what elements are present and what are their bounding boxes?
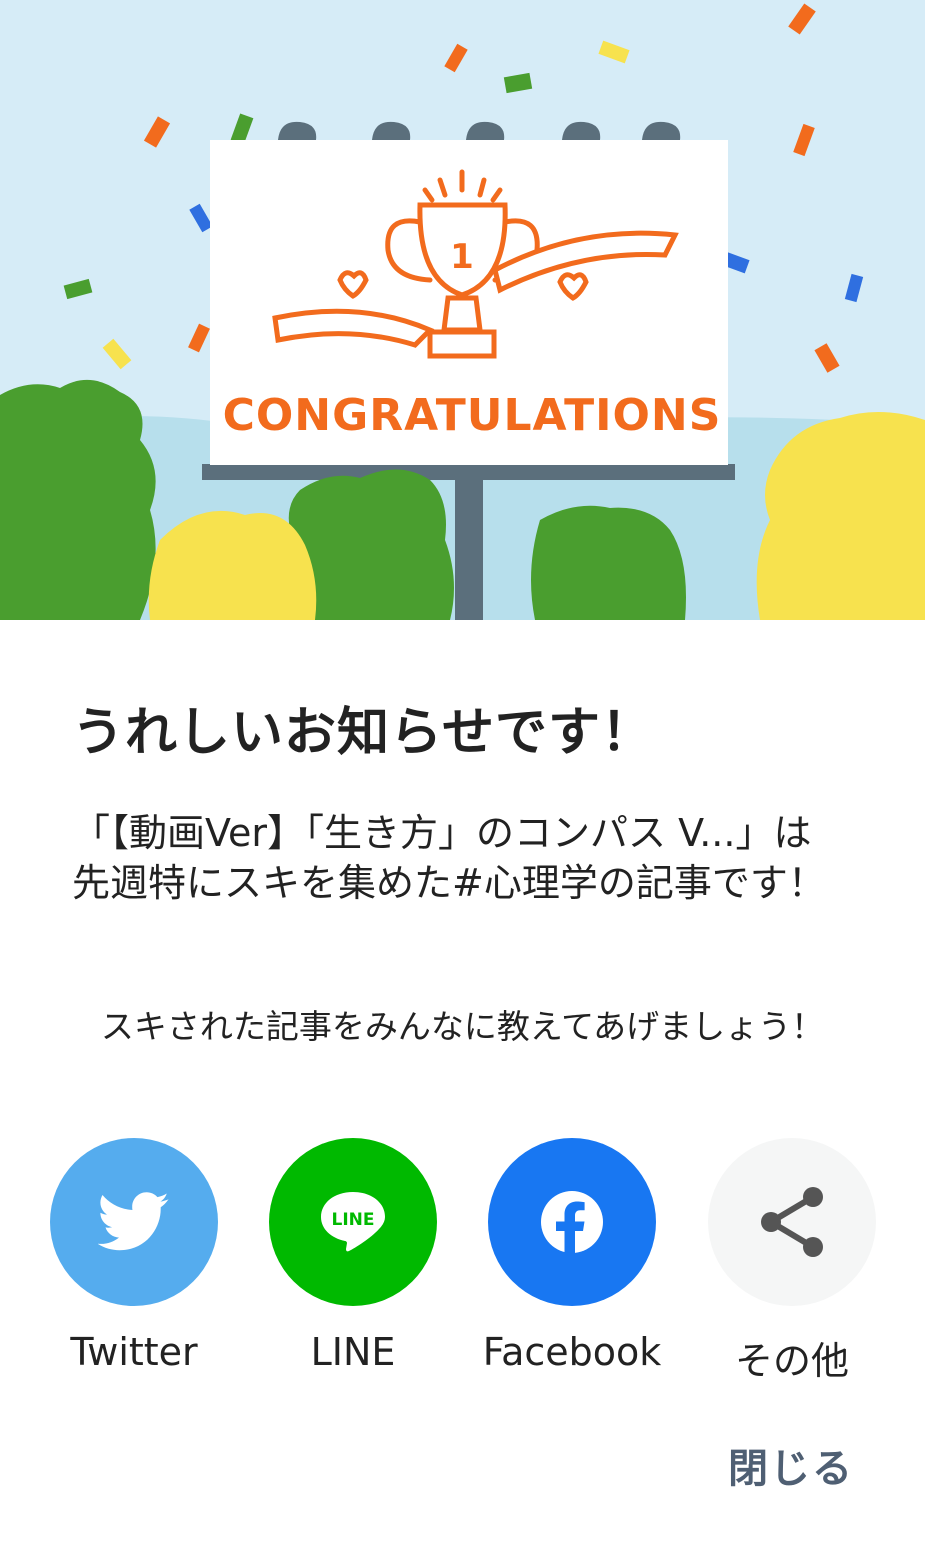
share-facebook-label: Facebook	[482, 1330, 662, 1374]
line-icon: LINE	[321, 1192, 385, 1252]
dialog-title: うれしいお知らせです！	[72, 703, 654, 763]
dialog-description: 「【動画Ver】「生き方」のコンパス V...」は先週特にスキを集めた#心理学の…	[72, 811, 826, 905]
share-icon	[761, 1187, 823, 1257]
share-facebook-button[interactable]: Facebook	[462, 1138, 682, 1374]
facebook-icon	[541, 1191, 603, 1255]
share-other-label: その他	[734, 1339, 849, 1383]
trophy-number: 1	[450, 237, 474, 277]
facebook-circle[interactable]	[488, 1138, 656, 1306]
line-circle[interactable]: LINE	[269, 1138, 437, 1306]
hero-illustration: 1 CONGRATULATIONS	[0, 0, 925, 620]
share-other-button[interactable]: その他	[682, 1138, 902, 1385]
line-icon-text: LINE	[332, 1210, 375, 1230]
share-prompt: スキされた記事をみんなに教えてあげましょう！	[100, 1007, 825, 1046]
close-button[interactable]: 閉じる	[728, 1436, 854, 1494]
share-twitter-button[interactable]: Twitter	[24, 1138, 244, 1374]
share-buttons: Twitter LINE LINE Facebook その他	[0, 1138, 925, 1398]
share-twitter-label: Twitter	[70, 1330, 198, 1374]
twitter-circle[interactable]	[50, 1138, 218, 1306]
congratulations-banner-text: CONGRATULATIONS	[223, 390, 722, 441]
share-line-button[interactable]: LINE LINE	[243, 1138, 463, 1374]
congratulations-billboard-illustration: 1 CONGRATULATIONS	[0, 0, 925, 620]
twitter-bird-icon	[98, 1192, 169, 1251]
other-circle[interactable]	[708, 1138, 876, 1306]
share-line-label: LINE	[310, 1330, 396, 1374]
